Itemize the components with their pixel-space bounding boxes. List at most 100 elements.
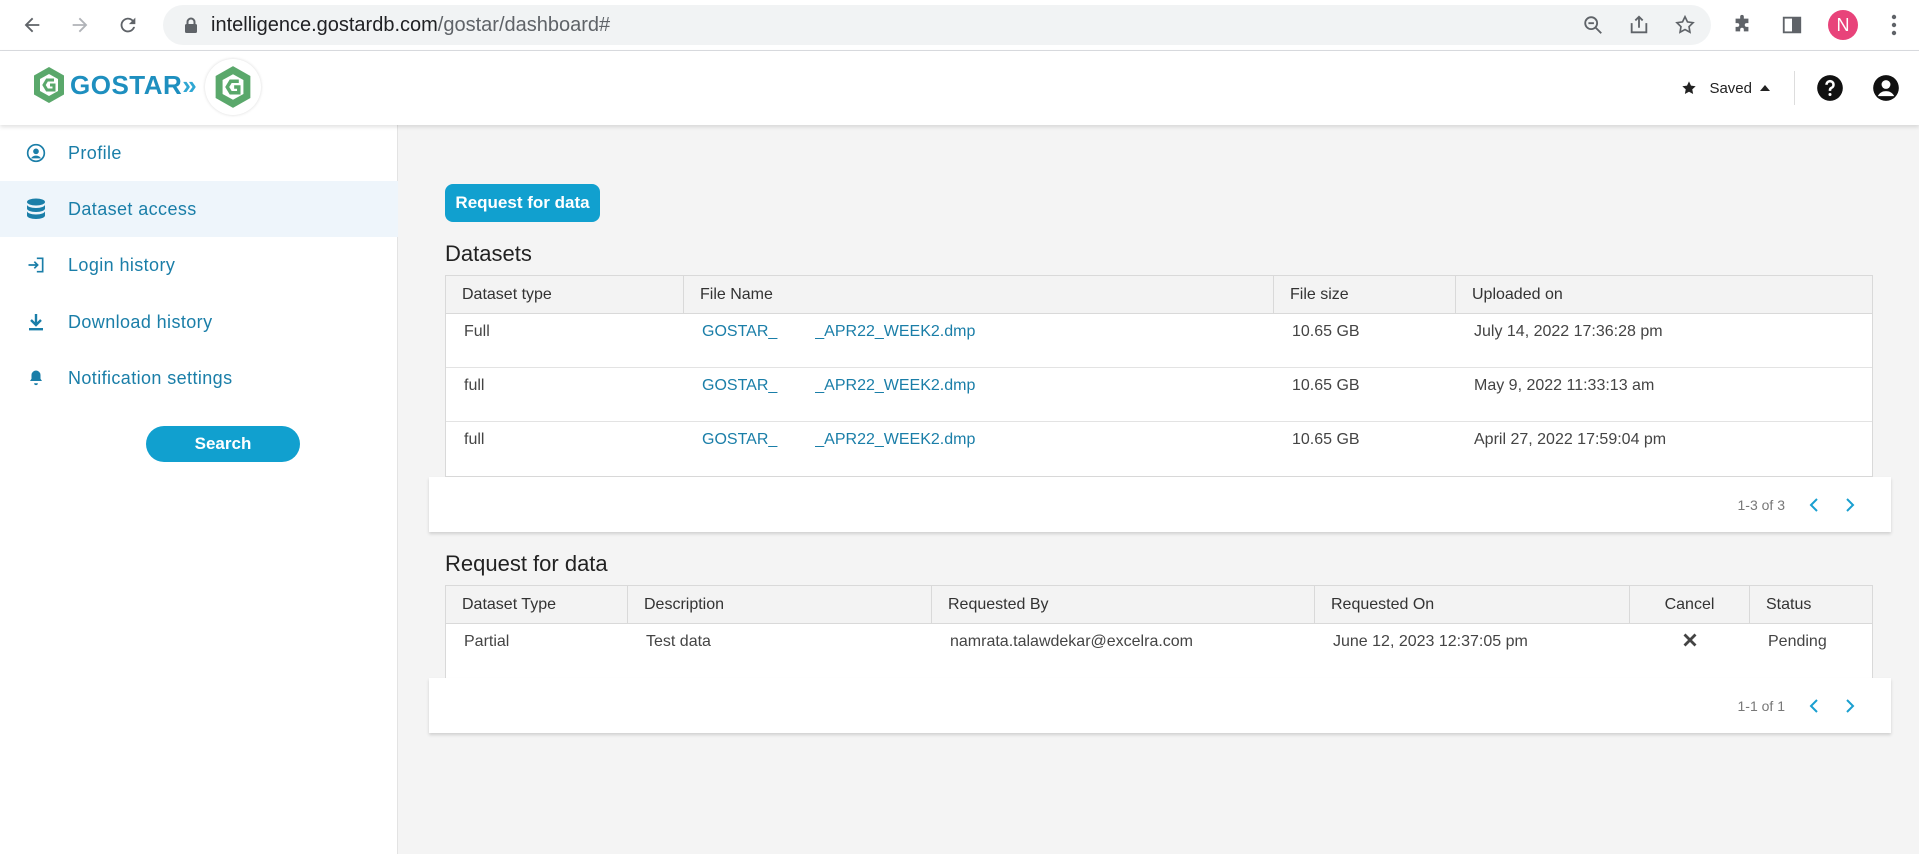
uploaded-on-cell: July 14, 2022 17:36:28 pm xyxy=(1474,323,1663,340)
next-page-button[interactable] xyxy=(1839,494,1861,516)
next-page-button[interactable] xyxy=(1839,695,1861,717)
close-icon[interactable] xyxy=(1683,633,1697,647)
reload-button[interactable] xyxy=(104,1,152,49)
download-icon xyxy=(24,310,48,334)
previous-page-button[interactable] xyxy=(1803,494,1825,516)
bell-icon xyxy=(24,366,48,390)
saved-dropdown[interactable]: Saved xyxy=(1681,80,1770,97)
table-row: full GOSTAR_ _APR22_WEEK2.dmp 10.65 GB Ma… xyxy=(446,368,1872,422)
logo-badge xyxy=(205,59,261,115)
uploaded-on-cell: May 9, 2022 11:33:13 am xyxy=(1474,377,1655,394)
file-name-link[interactable]: GOSTAR_ _APR22_WEEK2.dmp xyxy=(684,368,1274,421)
file-name-suffix: _APR22_WEEK2.dmp xyxy=(815,431,976,448)
sidebar-item-notification-settings[interactable]: Notification settings xyxy=(0,350,398,406)
column-header[interactable]: Description xyxy=(628,586,932,623)
pager-range: 1-1 of 1 xyxy=(1737,697,1785,714)
file-name-link[interactable]: GOSTAR_ _APR22_WEEK2.dmp xyxy=(684,314,1274,367)
file-size-cell: 10.65 GB xyxy=(1292,323,1360,340)
search-button[interactable]: Search xyxy=(146,426,300,462)
table-row: Partial Test data namrata.talawdekar@exc… xyxy=(446,624,1872,678)
column-header[interactable]: Requested By xyxy=(932,586,1315,623)
address-bar[interactable]: intelligence.gostardb.com/gostar/dashboa… xyxy=(163,5,1711,45)
file-name-link[interactable]: GOSTAR_ _APR22_WEEK2.dmp xyxy=(684,422,1274,476)
caret-up-icon xyxy=(1760,85,1770,91)
sidebar-item-label: Dataset access xyxy=(68,198,197,219)
column-header[interactable]: File size xyxy=(1274,276,1456,313)
file-name-prefix: GOSTAR_ xyxy=(702,323,778,340)
sidebar-item-download-history[interactable]: Download history xyxy=(0,294,398,350)
help-icon[interactable] xyxy=(1815,73,1845,103)
column-header[interactable]: Uploaded on xyxy=(1456,276,1872,313)
gostar-logo[interactable]: GOSTAR » xyxy=(32,66,197,104)
login-icon xyxy=(24,253,48,277)
lock-icon[interactable] xyxy=(181,15,201,35)
extensions-puzzle-icon[interactable] xyxy=(1728,11,1756,39)
arrow-left-icon xyxy=(24,17,40,33)
back-button[interactable] xyxy=(8,1,56,49)
sidebar-item-login-history[interactable]: Login history xyxy=(0,237,398,293)
url-text: intelligence.gostardb.com/gostar/dashboa… xyxy=(211,14,610,37)
sidebar-item-dataset-access[interactable]: Dataset access xyxy=(0,181,398,237)
column-header[interactable]: File Name xyxy=(684,276,1274,313)
user-circle-icon xyxy=(24,141,48,165)
sidebar-item-label: Download history xyxy=(68,311,213,332)
file-size-cell: 10.65 GB xyxy=(1292,431,1360,448)
chevron-left-icon xyxy=(1809,698,1818,713)
browser-toolbar: intelligence.gostardb.com/gostar/dashboa… xyxy=(0,0,1919,51)
datasets-table: Dataset type File Name File size Uploade… xyxy=(445,275,1873,477)
url-domain: intelligence.gostardb.com xyxy=(211,13,438,36)
header-divider xyxy=(1794,71,1795,105)
account-icon[interactable] xyxy=(1871,73,1901,103)
reload-icon xyxy=(120,17,136,33)
logo-chevron: » xyxy=(182,69,197,100)
table-header: Dataset Type Description Requested By Re… xyxy=(446,586,1872,624)
saved-label: Saved xyxy=(1709,79,1752,97)
column-header[interactable]: Status xyxy=(1750,586,1872,623)
table-header: Dataset type File Name File size Uploade… xyxy=(446,276,1872,314)
chevron-left-icon xyxy=(1809,497,1818,512)
chevron-right-icon xyxy=(1846,698,1855,713)
description-cell: Test data xyxy=(646,633,711,650)
sidebar-item-profile[interactable]: Profile xyxy=(0,125,398,181)
zoom-out-icon[interactable] xyxy=(1581,13,1605,37)
gostar-hex-logo-icon xyxy=(34,67,64,103)
request-for-data-button[interactable]: Request for data xyxy=(445,184,600,222)
requests-table: Dataset Type Description Requested By Re… xyxy=(445,585,1873,679)
sidebar: Profile Dataset access Login history Dow… xyxy=(0,125,398,854)
pager-range: 1-3 of 3 xyxy=(1737,496,1785,513)
sidebar-item-label: Login history xyxy=(68,254,176,275)
arrow-right-icon xyxy=(72,17,88,33)
column-header[interactable]: Cancel xyxy=(1630,586,1750,623)
cancel-cell xyxy=(1630,624,1750,678)
dataset-type-cell: Partial xyxy=(464,633,510,650)
chevron-right-icon xyxy=(1846,497,1855,512)
browser-profile-avatar[interactable]: N xyxy=(1828,10,1858,40)
file-name-suffix: _APR22_WEEK2.dmp xyxy=(815,323,976,340)
column-header[interactable]: Requested On xyxy=(1315,586,1630,623)
datasets-paginator: 1-3 of 3 xyxy=(429,477,1891,532)
file-size-cell: 10.65 GB xyxy=(1292,377,1360,394)
previous-page-button[interactable] xyxy=(1803,695,1825,717)
bookmark-star-icon[interactable] xyxy=(1673,13,1697,37)
browser-menu-icon[interactable] xyxy=(1880,11,1908,39)
status-cell: Pending xyxy=(1768,633,1827,650)
file-name-prefix: GOSTAR_ xyxy=(702,431,778,448)
dataset-type-cell: full xyxy=(464,377,485,394)
table-row: Full GOSTAR_ _APR22_WEEK2.dmp 10.65 GB Ju… xyxy=(446,314,1872,368)
table-row: full GOSTAR_ _APR22_WEEK2.dmp 10.65 GB Ap… xyxy=(446,422,1872,476)
logo-text: GOSTAR xyxy=(70,69,183,100)
sidebar-item-label: Notification settings xyxy=(68,367,233,388)
uploaded-on-cell: April 27, 2022 17:59:04 pm xyxy=(1474,431,1667,448)
gostar-badge-icon xyxy=(215,66,251,108)
app-header: GOSTAR » Saved xyxy=(0,51,1919,125)
star-icon xyxy=(1682,81,1697,94)
column-header[interactable]: Dataset type xyxy=(446,276,684,313)
share-icon[interactable] xyxy=(1627,13,1651,37)
main-content: Request for data Datasets Dataset type F… xyxy=(399,125,1919,854)
requested-by-cell: namrata.talawdekar@excelra.com xyxy=(950,633,1194,650)
requested-on-cell: June 12, 2023 12:37:05 pm xyxy=(1333,633,1528,650)
side-panel-icon[interactable] xyxy=(1778,11,1806,39)
column-header[interactable]: Dataset Type xyxy=(446,586,628,623)
dataset-type-cell: Full xyxy=(464,323,490,340)
forward-button[interactable] xyxy=(56,1,104,49)
